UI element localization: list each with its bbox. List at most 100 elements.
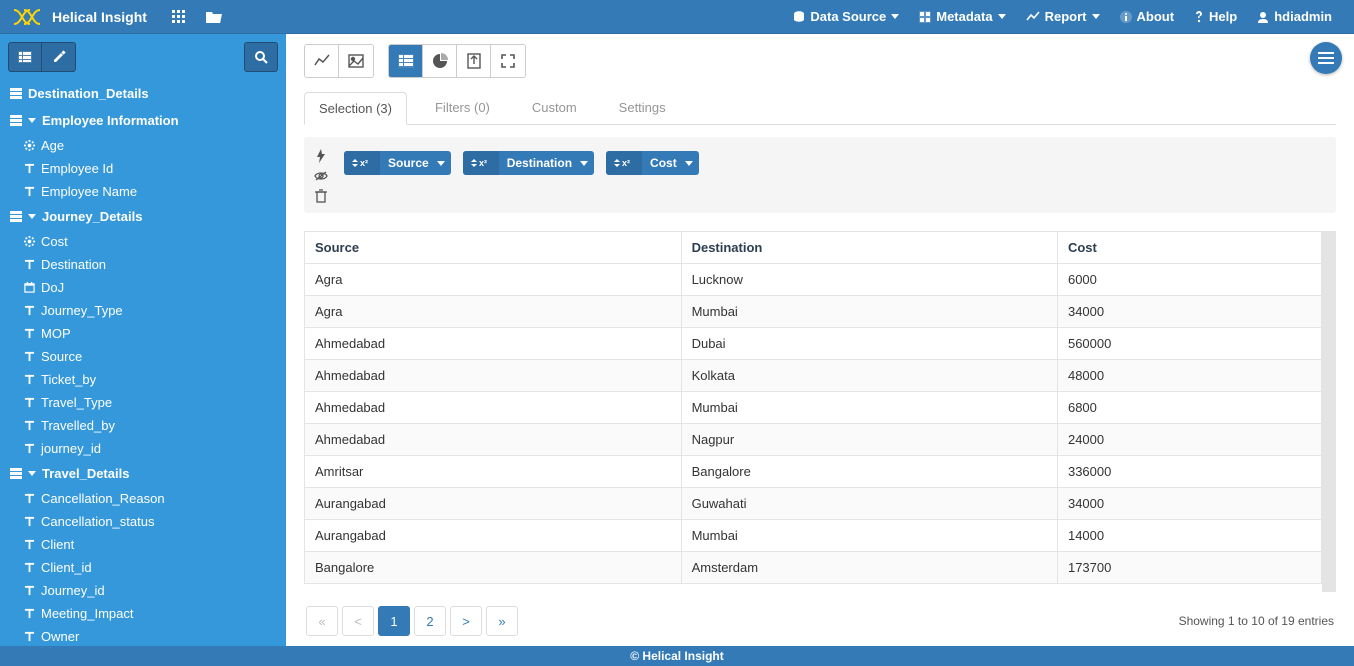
trash-icon[interactable] bbox=[315, 189, 327, 203]
tree-item[interactable]: Meeting_Impact bbox=[8, 602, 278, 625]
export-button[interactable] bbox=[457, 45, 491, 77]
table-cell: Ahmedabad bbox=[305, 424, 682, 456]
nav-user[interactable]: hdiadmin bbox=[1247, 0, 1342, 34]
table-row[interactable]: AhmedabadMumbai6800 bbox=[305, 392, 1322, 424]
table-cell: Mumbai bbox=[681, 520, 1057, 552]
tab-selection[interactable]: Selection (3) bbox=[304, 92, 407, 125]
sidebar-edit-button[interactable] bbox=[42, 42, 76, 72]
page-first-button[interactable]: « bbox=[306, 606, 338, 636]
tree-item[interactable]: Cancellation_Reason bbox=[8, 487, 278, 510]
page-prev-button[interactable]: < bbox=[342, 606, 374, 636]
tree-item[interactable]: journey_id bbox=[8, 437, 278, 460]
table-cell: Guwahati bbox=[681, 488, 1057, 520]
pie-chart-button[interactable] bbox=[423, 45, 457, 77]
sidebar-search-button[interactable] bbox=[244, 42, 278, 72]
tree-item[interactable]: Travel_Type bbox=[8, 391, 278, 414]
text-icon bbox=[24, 631, 35, 642]
nav-help[interactable]: Help bbox=[1184, 0, 1247, 34]
page-1-button[interactable]: 1 bbox=[378, 606, 410, 636]
data-table-scroll[interactable]: SourceDestinationCost AgraLucknow6000Agr… bbox=[304, 231, 1336, 592]
selection-chip[interactable]: x²Cost bbox=[606, 151, 699, 175]
tree-item-label: Travel_Type bbox=[41, 395, 112, 410]
tree-item-label: Destination bbox=[41, 257, 106, 272]
tree-item[interactable]: Cost bbox=[8, 230, 278, 253]
table-header-cell[interactable]: Destination bbox=[681, 232, 1057, 264]
nav-about[interactable]: About bbox=[1110, 0, 1185, 34]
tree-item-label: Journey_Type bbox=[41, 303, 123, 318]
tree-item[interactable]: Employee Id bbox=[8, 157, 278, 180]
footer: © Helical Insight bbox=[0, 646, 1354, 666]
text-icon bbox=[24, 374, 35, 385]
table-icon bbox=[10, 211, 22, 222]
tree-group-header[interactable]: Travel_Details bbox=[8, 460, 278, 487]
tree-item[interactable]: Employee Name bbox=[8, 180, 278, 203]
tree-item[interactable]: Travelled_by bbox=[8, 414, 278, 437]
fullscreen-button[interactable] bbox=[491, 45, 525, 77]
tree-group-header[interactable]: Journey_Details bbox=[8, 203, 278, 230]
footer-text: © Helical Insight bbox=[630, 649, 724, 663]
selection-chip[interactable]: x²Destination bbox=[463, 151, 594, 175]
text-icon bbox=[24, 163, 35, 174]
text-icon bbox=[24, 305, 35, 316]
data-table: SourceDestinationCost AgraLucknow6000Agr… bbox=[304, 231, 1322, 584]
tree-item[interactable]: Destination bbox=[8, 253, 278, 276]
folder-open-icon[interactable] bbox=[206, 10, 222, 24]
tree-item[interactable]: Source bbox=[8, 345, 278, 368]
table-row[interactable]: AurangabadMumbai14000 bbox=[305, 520, 1322, 552]
table-row[interactable]: AhmedabadNagpur24000 bbox=[305, 424, 1322, 456]
table-cell: 336000 bbox=[1057, 456, 1321, 488]
tree-item[interactable]: Client bbox=[8, 533, 278, 556]
tree-item[interactable]: Journey_id bbox=[8, 579, 278, 602]
tab-custom[interactable]: Custom bbox=[518, 92, 591, 124]
nav-data-source[interactable]: Data Source bbox=[783, 0, 909, 34]
page-2-button[interactable]: 2 bbox=[414, 606, 446, 636]
tree-item[interactable]: Client_id bbox=[8, 556, 278, 579]
tree-item[interactable]: Age bbox=[8, 134, 278, 157]
chip-sort-icon[interactable]: x² bbox=[606, 151, 642, 175]
visibility-icon[interactable] bbox=[314, 171, 328, 181]
nav-data-source-label: Data Source bbox=[810, 9, 886, 24]
tree-item[interactable]: Cancellation_status bbox=[8, 510, 278, 533]
table-row[interactable]: BangaloreAmsterdam173700 bbox=[305, 552, 1322, 584]
sidebar-table-view-button[interactable] bbox=[8, 42, 42, 72]
page-next-button[interactable]: > bbox=[450, 606, 482, 636]
table-view-button[interactable] bbox=[389, 45, 423, 77]
floating-menu-button[interactable] bbox=[1310, 42, 1342, 74]
tab-filters[interactable]: Filters (0) bbox=[421, 92, 504, 124]
apps-icon[interactable] bbox=[172, 10, 186, 24]
table-row[interactable]: AgraLucknow6000 bbox=[305, 264, 1322, 296]
tree-item[interactable]: Owner bbox=[8, 625, 278, 646]
tree-group-header[interactable]: Destination_Details bbox=[8, 80, 278, 107]
chip-sort-icon[interactable]: x² bbox=[344, 151, 380, 175]
tree-item[interactable]: MOP bbox=[8, 322, 278, 345]
caret-down-icon bbox=[998, 14, 1006, 19]
table-row[interactable]: AgraMumbai34000 bbox=[305, 296, 1322, 328]
config-tabs: Selection (3) Filters (0) Custom Setting… bbox=[304, 92, 1336, 125]
line-chart-button[interactable] bbox=[305, 45, 339, 77]
tree-item-label: Age bbox=[41, 138, 64, 153]
nav-user-label: hdiadmin bbox=[1274, 9, 1332, 24]
tab-settings[interactable]: Settings bbox=[605, 92, 680, 124]
table-row[interactable]: AhmedabadDubai560000 bbox=[305, 328, 1322, 360]
image-chart-button[interactable] bbox=[339, 45, 373, 77]
table-cell: Aurangabad bbox=[305, 520, 682, 552]
page-last-button[interactable]: » bbox=[486, 606, 518, 636]
tree-item-label: Meeting_Impact bbox=[41, 606, 134, 621]
tree-item[interactable]: Ticket_by bbox=[8, 368, 278, 391]
chip-sort-icon[interactable]: x² bbox=[463, 151, 499, 175]
table-cell: 560000 bbox=[1057, 328, 1321, 360]
table-header-cell[interactable]: Cost bbox=[1057, 232, 1321, 264]
tree-item[interactable]: Journey_Type bbox=[8, 299, 278, 322]
tree-group-label: Travel_Details bbox=[42, 466, 129, 481]
table-header-cell[interactable]: Source bbox=[305, 232, 682, 264]
selection-chip[interactable]: x²Source bbox=[344, 151, 451, 175]
tree-group-header[interactable]: Employee Information bbox=[8, 107, 278, 134]
table-row[interactable]: AhmedabadKolkata48000 bbox=[305, 360, 1322, 392]
table-row[interactable]: AurangabadGuwahati34000 bbox=[305, 488, 1322, 520]
nav-metadata[interactable]: Metadata bbox=[909, 0, 1015, 34]
flash-icon[interactable] bbox=[316, 149, 326, 163]
nav-report[interactable]: Report bbox=[1016, 0, 1110, 34]
table-row[interactable]: AmritsarBangalore336000 bbox=[305, 456, 1322, 488]
tree-item[interactable]: DoJ bbox=[8, 276, 278, 299]
svg-text:x²: x² bbox=[622, 158, 630, 168]
